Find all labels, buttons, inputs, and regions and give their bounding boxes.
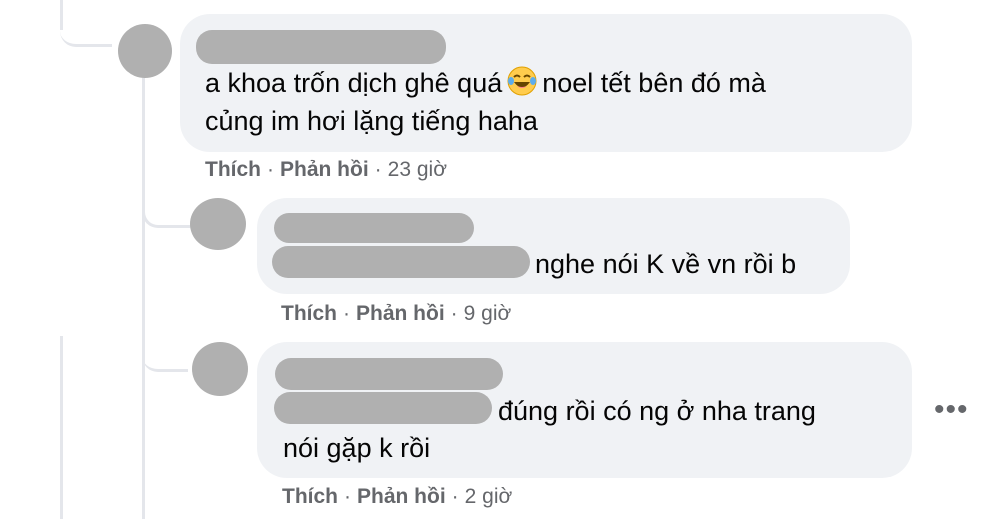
author-name[interactable] [196,30,446,64]
thread-connector [142,200,191,228]
separator: · [267,158,274,181]
comment-text: đúng rồi có ng ở nha trang [498,392,816,430]
avatar[interactable] [192,342,248,396]
author-name[interactable] [274,213,474,243]
reply-link[interactable]: Phản hồi [280,158,369,181]
comment-actions: Thích · Phản hồi · 9 giờ [281,302,511,326]
comment-text-part: noel tết bên đó mà [542,68,766,98]
reply-link[interactable]: Phản hồi [357,485,446,508]
comment-text-part: đúng rồi có ng ở nha trang [498,396,816,426]
comment-text: nghe nói K về vn rồi b [535,245,796,283]
comment-text-part: củng im hơi lặng tiếng haha [205,106,538,136]
author-name[interactable] [272,246,530,278]
thread-line-outer [60,336,63,519]
comment-text: nói gặp k rồi [283,429,430,467]
comment-text-part: nghe nói K về vn rồi b [535,249,797,279]
timestamp[interactable]: 23 giờ [388,158,447,181]
separator: · [344,485,351,508]
comment-thread: a khoa trốn dịch ghê quá noel tết bên đó… [0,0,994,519]
avatar[interactable] [118,24,172,78]
timestamp[interactable]: 9 giờ [464,302,512,325]
separator: · [343,302,350,325]
timestamp[interactable]: 2 giờ [465,485,513,508]
like-link[interactable]: Thích [205,158,261,181]
comment-actions: Thích · Phản hồi · 23 giờ [205,158,447,182]
thread-connector [60,0,112,47]
separator: · [451,485,459,508]
separator: · [374,158,382,181]
author-name[interactable] [275,358,503,390]
comment-text: a khoa trốn dịch ghê quá noel tết bên đó… [205,64,766,140]
reply-link[interactable]: Phản hồi [356,302,445,325]
more-options-icon[interactable]: ••• [934,395,969,425]
thread-line-main [142,225,145,519]
face-with-tears-of-joy-icon [506,65,538,97]
separator: · [450,302,458,325]
author-name[interactable] [274,392,492,424]
like-link[interactable]: Thích [281,302,337,325]
thread-connector [142,340,188,372]
comment-text-part: nói gặp k rồi [283,433,431,463]
comment-text-part: a khoa trốn dịch ghê quá [205,68,503,98]
comment-actions: Thích · Phản hồi · 2 giờ [282,485,512,509]
like-link[interactable]: Thích [282,485,338,508]
avatar[interactable] [190,198,246,250]
